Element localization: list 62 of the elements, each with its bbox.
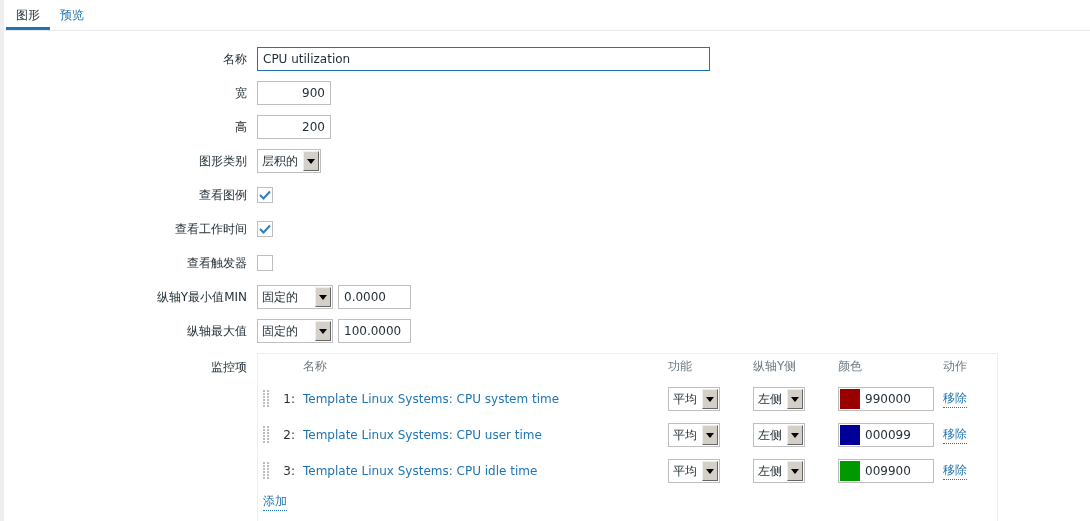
dropdown[interactable]: 层积的 — [257, 149, 321, 173]
column-header: 纵轴Y侧 — [753, 358, 798, 375]
row-number: 2: — [282, 428, 296, 442]
column-header: 动作 — [943, 358, 968, 375]
field-label: 监控项 — [210, 359, 247, 376]
value-field[interactable]: 0.0000 — [338, 285, 411, 309]
number-field[interactable]: 200 — [257, 115, 331, 139]
remove-link[interactable]: 移除 — [943, 426, 967, 444]
value-field[interactable]: 100.0000 — [338, 319, 411, 343]
add-link[interactable]: 添加 — [263, 493, 287, 511]
drag-handle-icon[interactable] — [263, 390, 269, 408]
number-field[interactable]: 900 — [257, 81, 331, 105]
drag-handle-icon[interactable] — [263, 426, 269, 444]
remove-link[interactable]: 移除 — [943, 462, 967, 480]
column-header: 功能 — [668, 358, 693, 375]
field-label: 宽 — [234, 84, 247, 102]
caret-icon — [307, 158, 315, 164]
drag-handle-icon[interactable] — [263, 462, 269, 480]
row-number: 3: — [282, 464, 296, 478]
caret-icon — [706, 468, 714, 474]
color-field[interactable]: 009900 — [838, 459, 934, 483]
field-label: 查看工作时间 — [174, 220, 247, 238]
dropdown[interactable]: 左侧 — [753, 423, 805, 447]
tab[interactable]: 预览 — [50, 0, 94, 30]
field-label: 名称 — [222, 50, 247, 68]
dropdown[interactable]: 平均 — [668, 459, 720, 483]
caret-icon — [791, 396, 799, 402]
caret-icon — [706, 432, 714, 438]
field-label: 纵轴Y最小值MIN — [155, 288, 247, 306]
field-label: 查看图例 — [198, 186, 247, 204]
row-number: 1: — [282, 392, 296, 406]
dropdown[interactable]: 平均 — [668, 423, 720, 447]
item-link[interactable]: Template Linux Systems: CPU system time — [303, 392, 668, 406]
color-field[interactable]: 000099 — [838, 423, 934, 447]
caret-icon — [319, 294, 327, 300]
field-label: 图形类别 — [198, 152, 247, 170]
dropdown[interactable]: 平均 — [668, 387, 720, 411]
checkbox[interactable] — [257, 255, 273, 271]
color-swatch[interactable] — [840, 461, 860, 481]
item-link[interactable]: Template Linux Systems: CPU idle time — [303, 464, 668, 478]
dropdown[interactable]: 左侧 — [753, 387, 805, 411]
checkbox[interactable] — [257, 187, 273, 203]
color-swatch[interactable] — [840, 425, 860, 445]
dropdown[interactable]: 左侧 — [753, 459, 805, 483]
remove-link[interactable]: 移除 — [943, 390, 967, 408]
caret-icon — [791, 468, 799, 474]
name-field[interactable]: CPU utilization — [257, 47, 710, 71]
dropdown[interactable]: 固定的 — [257, 285, 333, 309]
tab[interactable]: 图形 — [6, 0, 50, 30]
field-label: 高 — [234, 118, 247, 136]
checkbox[interactable] — [257, 221, 273, 237]
caret-icon — [319, 328, 327, 334]
dropdown[interactable]: 固定的 — [257, 319, 333, 343]
field-label: 查看触发器 — [186, 254, 247, 272]
item-link[interactable]: Template Linux Systems: CPU user time — [303, 428, 668, 442]
color-swatch[interactable] — [840, 389, 860, 409]
column-header: 名称 — [303, 358, 328, 375]
caret-icon — [791, 432, 799, 438]
column-header: 颜色 — [838, 358, 863, 375]
color-field[interactable]: 990000 — [838, 387, 934, 411]
field-label: 纵轴最大值 — [186, 322, 247, 340]
caret-icon — [706, 396, 714, 402]
